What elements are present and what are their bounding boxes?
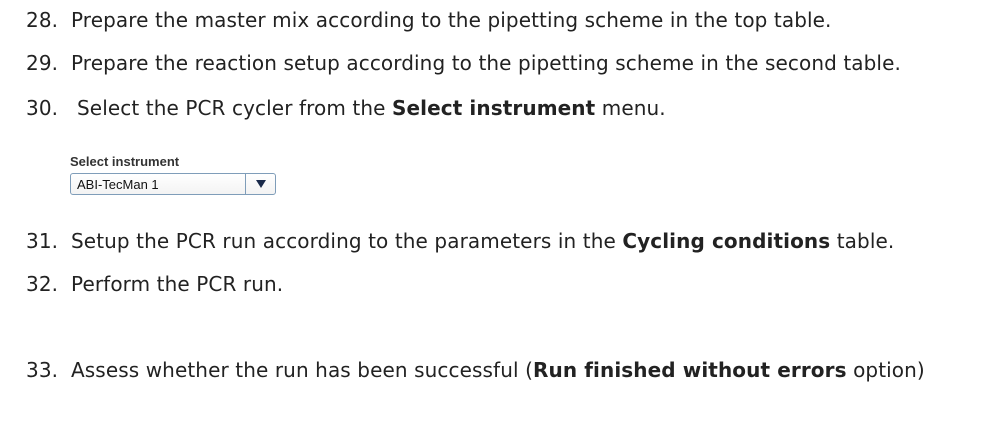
step-bold-term: Select instrument — [391, 96, 596, 120]
step-30: 30. Select the PCR cycler from the Select… — [26, 96, 666, 120]
step-text: option) — [846, 358, 925, 382]
step-number: 33. — [26, 358, 59, 382]
step-number: 31. — [26, 229, 59, 253]
step-number: 32. — [26, 272, 59, 296]
step-31: 31. Setup the PCR run according to the pa… — [26, 229, 894, 253]
step-text: Perform the PCR run. — [71, 272, 284, 296]
step-text: Select the PCR cycler from the — [77, 96, 392, 120]
step-29: 29. Prepare the reaction setup according … — [26, 51, 901, 75]
step-text: Prepare the master mix according to the … — [71, 8, 832, 32]
step-number: 30. — [26, 96, 59, 120]
step-bold-term: Run finished without errors — [533, 358, 847, 382]
step-text: Prepare the reaction setup according to … — [71, 51, 901, 75]
step-bold-term: Cycling conditions — [622, 229, 831, 253]
dropdown-button[interactable] — [245, 174, 275, 194]
step-number: 29. — [26, 51, 59, 75]
triangle-down-icon — [256, 180, 266, 188]
select-instrument-label: Select instrument — [70, 154, 180, 169]
step-text: Setup the PCR run according to the param… — [71, 229, 623, 253]
select-instrument-control: Select instrument ABI-TecMan 1 — [70, 154, 276, 195]
select-instrument-dropdown[interactable]: ABI-TecMan 1 — [70, 173, 276, 195]
select-instrument-value: ABI-TecMan 1 — [77, 177, 159, 192]
step-text: menu. — [595, 96, 666, 120]
step-32: 32. Perform the PCR run. — [26, 272, 283, 296]
step-text: table. — [830, 229, 895, 253]
step-28: 28. Prepare the master mix according to t… — [26, 8, 832, 32]
step-33: 33. Assess whether the run has been succe… — [26, 358, 925, 382]
step-text: Assess whether the run has been successf… — [71, 358, 533, 382]
step-number: 28. — [26, 8, 59, 32]
